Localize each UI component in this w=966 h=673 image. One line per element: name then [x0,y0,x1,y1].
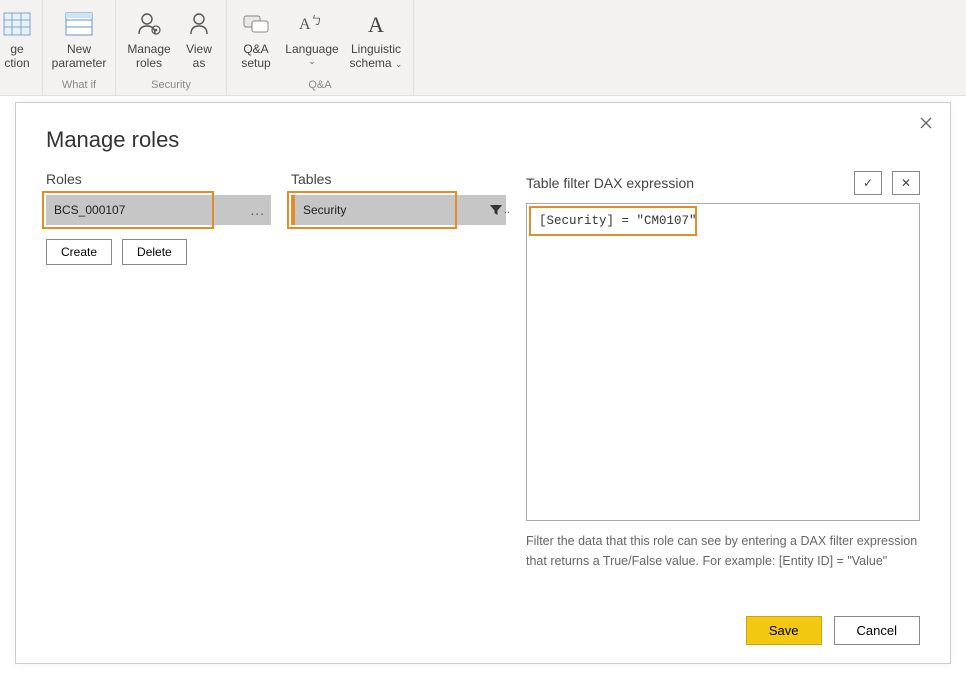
dax-cancel-button[interactable]: ✕ [892,171,920,195]
roles-header: Roles [46,171,271,187]
close-button[interactable] [916,113,936,133]
table-name: Security [303,203,346,217]
dax-expression-text: [Security] = "CM0107" [539,214,697,228]
role-more-button[interactable]: ... [250,202,265,218]
svg-text:A: A [299,16,311,33]
ribbon-group-label-blank [15,79,18,93]
language-label: Language [285,42,338,56]
group-label-qa: Q&A [308,79,331,93]
save-button[interactable]: Save [746,616,822,645]
person-icon [183,8,215,40]
manage-roles-l2: roles [136,56,162,70]
roles-column: Roles BCS_000107 ... Create Delete [46,171,271,600]
dax-help-text: Filter the data that this role can see b… [526,531,920,571]
selected-bar [291,195,295,225]
ribbon-partial-label1: ge [10,42,23,56]
new-parameter-l2: parameter [52,56,107,70]
linguistic-l1: Linguistic [351,42,401,56]
manage-roles-l1: Manage [127,42,170,56]
filter-icon[interactable]: .. [489,203,510,217]
language-chevron: ⌄ [308,56,316,67]
tables-header: Tables [291,171,506,187]
delete-button[interactable]: Delete [122,239,187,265]
manage-roles-button[interactable]: Manage roles [126,8,172,71]
role-row[interactable]: BCS_000107 ... [46,195,271,225]
dax-accept-button[interactable]: ✓ [854,171,882,195]
qa-setup-l1: Q&A [243,42,268,56]
person-gear-icon [133,8,165,40]
table-row[interactable]: Security .. [291,195,506,225]
new-parameter-l1: New [67,42,91,56]
group-label-whatif: What if [62,79,96,93]
view-as-l2: as [193,56,206,70]
view-as-button[interactable]: View as [182,8,216,71]
ribbon: ge ction New parameter What if Manage [0,0,966,96]
ribbon-partial-button[interactable]: ge ction [2,8,32,71]
cancel-button[interactable]: Cancel [834,616,920,645]
svg-text:A: A [368,12,384,36]
language-button[interactable]: Aㄅ Language ⌄ [285,8,339,67]
svg-text:ㄅ: ㄅ [311,14,322,27]
group-label-security: Security [151,79,191,93]
chat-icon [240,8,272,40]
dialog-title: Manage roles [46,127,920,153]
role-name: BCS_000107 [54,203,125,217]
letter-a-icon: A [360,8,392,40]
create-button[interactable]: Create [46,239,112,265]
language-icon: Aㄅ [296,8,328,40]
dax-column: Table filter DAX expression ✓ ✕ [Securit… [526,171,920,600]
parameter-icon [63,8,95,40]
table-icon [1,8,33,40]
dax-header: Table filter DAX expression [526,175,694,191]
ribbon-partial-label2: ction [4,56,29,70]
manage-roles-dialog: Manage roles Roles BCS_000107 ... Create… [15,102,951,664]
linguistic-l2: schema ⌄ [350,56,403,70]
new-parameter-button[interactable]: New parameter [53,8,105,71]
qa-setup-l2: setup [241,56,270,70]
linguistic-schema-button[interactable]: A Linguistic schema ⌄ [349,8,403,71]
tables-column: Tables Security .. [291,171,506,600]
view-as-l1: View [186,42,212,56]
dax-editor[interactable]: [Security] = "CM0107" [526,203,920,521]
qa-setup-button[interactable]: Q&A setup [237,8,275,71]
